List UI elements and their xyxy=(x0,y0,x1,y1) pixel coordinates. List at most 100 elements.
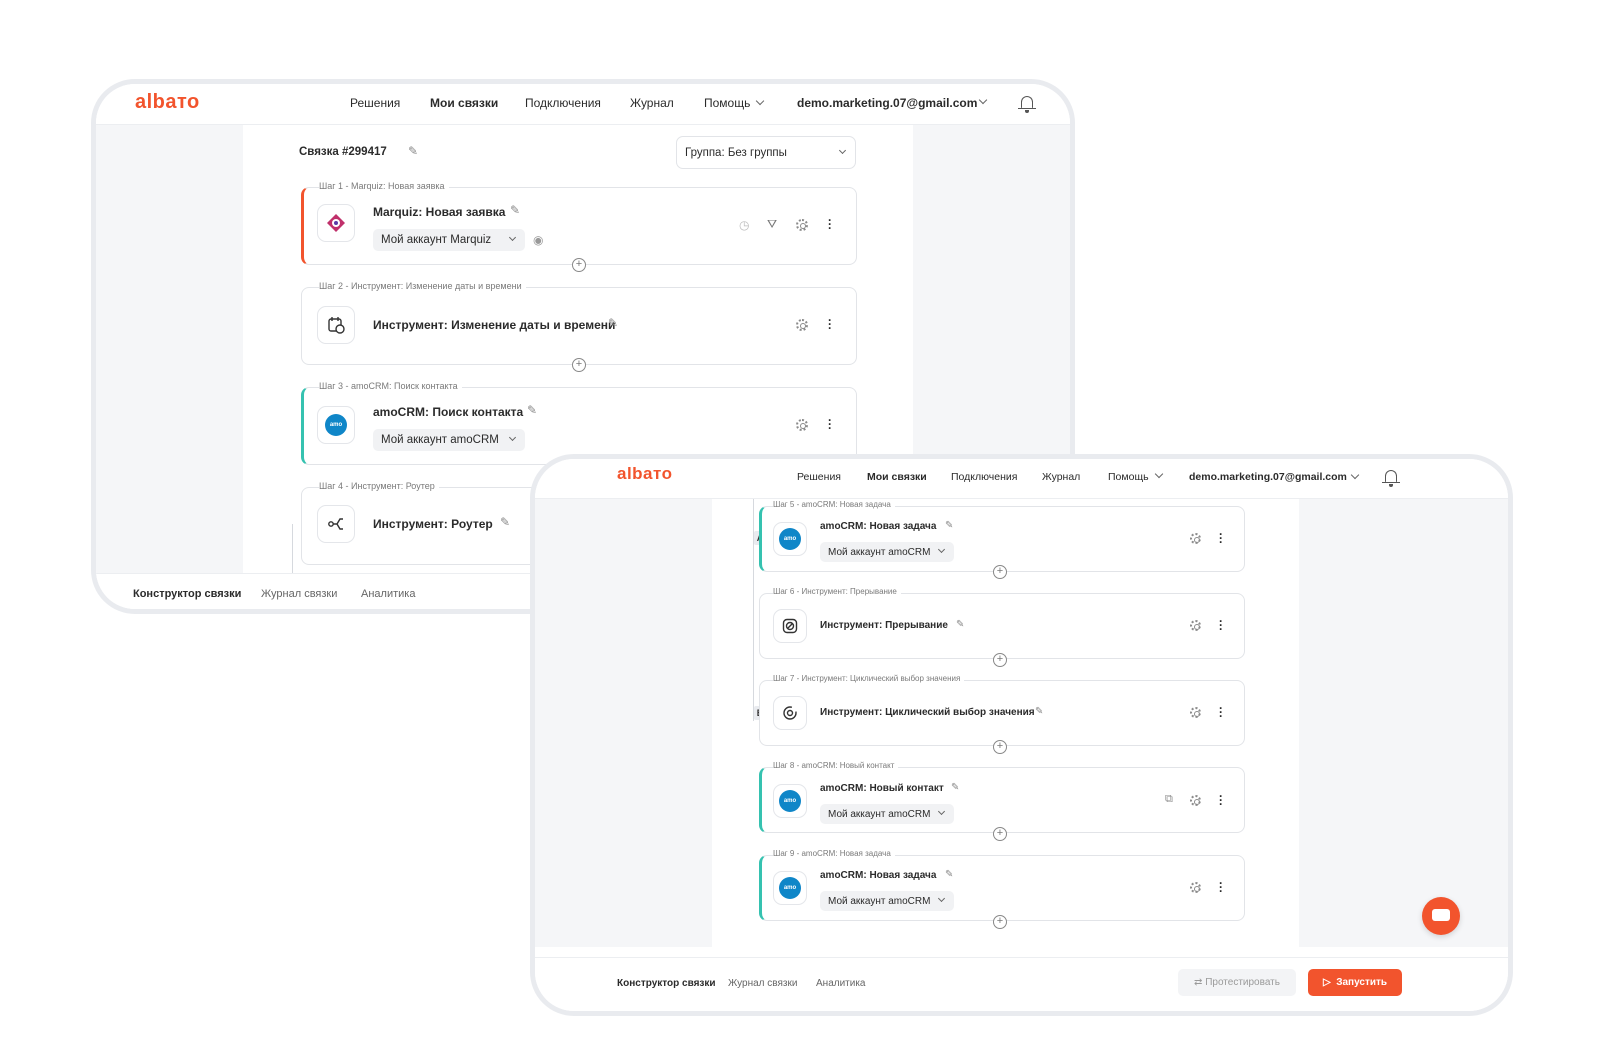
more-menu-icon[interactable]: · · · xyxy=(828,314,832,334)
more-menu-icon[interactable]: · · · xyxy=(828,214,832,234)
account-select-3-value: Мой аккаунт amoCRM xyxy=(381,434,499,446)
tab-analytics[interactable]: Аналитика xyxy=(816,978,866,989)
add-step-icon[interactable]: + xyxy=(572,258,586,272)
add-step-icon[interactable]: + xyxy=(993,653,1007,667)
tab-constructor[interactable]: Конструктор связки xyxy=(617,978,716,989)
pencil-icon[interactable]: ✎ xyxy=(608,316,618,330)
pencil-icon[interactable]: ✎ xyxy=(527,403,537,417)
copy-icon[interactable]: ⧉ xyxy=(1165,793,1173,806)
run-button-label: Запустить xyxy=(1336,977,1388,988)
step-label-5: Шаг 5 - amoCRM: Новая задача xyxy=(773,500,895,509)
nav-my-bundles[interactable]: Мои связки xyxy=(867,471,927,483)
pencil-icon[interactable]: ✎ xyxy=(500,515,510,529)
chevron-down-icon xyxy=(508,233,517,242)
step-title-8: amoCRM: Новый контакт xyxy=(820,783,944,794)
nav-journal[interactable]: Журнал xyxy=(1042,471,1080,483)
router-icon xyxy=(317,505,355,543)
albato-logo[interactable]: albaто xyxy=(135,91,200,114)
right-gutter xyxy=(1299,499,1508,947)
account-select-1-value: Мой аккаунт Marquiz xyxy=(381,234,492,246)
amocrm-app-icon: amo xyxy=(773,522,807,556)
gear-icon[interactable] xyxy=(1190,620,1201,631)
account-select-9[interactable]: Мой аккаунт amoCRM xyxy=(820,891,954,911)
chevron-down-icon xyxy=(937,545,946,554)
pencil-icon[interactable]: ✎ xyxy=(1035,706,1043,717)
add-step-icon[interactable]: + xyxy=(993,565,1007,579)
amocrm-logo: amo xyxy=(779,790,801,812)
more-menu-icon[interactable]: · · · xyxy=(828,414,832,434)
account-select-5[interactable]: Мой аккаунт amoCRM xyxy=(820,542,954,562)
chevron-down-icon[interactable] xyxy=(978,95,988,105)
add-step-icon[interactable]: + xyxy=(993,827,1007,841)
bell-icon[interactable] xyxy=(1382,470,1400,487)
tab-analytics[interactable]: Аналитика xyxy=(361,588,415,600)
gear-icon[interactable] xyxy=(1190,707,1201,718)
nav-solutions[interactable]: Решения xyxy=(797,471,841,483)
gear-icon[interactable] xyxy=(1190,533,1201,544)
nav-connections[interactable]: Подключения xyxy=(951,471,1017,483)
nav-journal[interactable]: Журнал xyxy=(630,96,674,110)
account-email[interactable]: demo.marketing.07@gmail.com xyxy=(797,96,977,110)
test-button[interactable]: ⇄ Протестировать xyxy=(1178,969,1296,996)
chevron-down-icon[interactable] xyxy=(1350,470,1360,480)
nav-help[interactable]: Помощь xyxy=(1108,469,1163,483)
more-menu-icon[interactable]: · · · xyxy=(1219,702,1223,722)
nav-my-bundles[interactable]: Мои связки xyxy=(430,96,498,110)
account-select-8-value: Мой аккаунт amoCRM xyxy=(828,808,931,820)
nav-help[interactable]: Помощь xyxy=(704,96,765,110)
pencil-icon[interactable]: ✎ xyxy=(945,869,953,880)
step-title-2: Инструмент: Изменение даты и времени xyxy=(373,318,616,332)
nav-help-label: Помощь xyxy=(704,96,751,110)
nav-connections[interactable]: Подключения xyxy=(525,96,601,110)
chevron-down-icon xyxy=(1154,469,1163,479)
more-menu-icon[interactable]: · · · xyxy=(1219,528,1223,548)
add-step-icon[interactable]: + xyxy=(993,915,1007,929)
account-select-5-value: Мой аккаунт amoCRM xyxy=(828,546,931,558)
account-select-3[interactable]: Мой аккаунт amoCRM xyxy=(373,429,525,451)
more-menu-icon[interactable]: · · · xyxy=(1219,790,1223,810)
account-email[interactable]: demo.marketing.07@gmail.com xyxy=(1189,471,1347,483)
pencil-icon[interactable]: ✎ xyxy=(945,520,953,531)
filter-icon[interactable]: ⛛ xyxy=(767,217,777,232)
step-title-5: amoCRM: Новая задача xyxy=(820,521,937,532)
chevron-down-icon xyxy=(508,433,517,442)
chat-widget-icon[interactable] xyxy=(1422,897,1460,935)
add-step-icon[interactable]: + xyxy=(572,358,586,372)
chevron-down-icon xyxy=(937,894,946,903)
tab-bundle-journal[interactable]: Журнал связки xyxy=(728,978,797,989)
account-select-1[interactable]: Мой аккаунт Marquiz xyxy=(373,229,525,251)
gear-icon[interactable] xyxy=(796,419,808,431)
step-card-5[interactable] xyxy=(759,506,1245,572)
marquiz-app-icon xyxy=(317,204,355,242)
more-menu-icon[interactable]: · · · xyxy=(1219,615,1223,635)
chevron-down-icon xyxy=(937,807,946,816)
account-select-8[interactable]: Мой аккаунт amoCRM xyxy=(820,804,954,824)
amocrm-app-icon: amo xyxy=(773,784,807,818)
add-step-icon[interactable]: + xyxy=(993,740,1007,754)
cycle-icon xyxy=(773,696,807,730)
step-label-8: Шаг 8 - amoCRM: Новый контакт xyxy=(773,761,899,770)
pencil-icon[interactable]: ✎ xyxy=(408,144,418,158)
account-select-9-value: Мой аккаунт amoCRM xyxy=(828,895,931,907)
eye-icon[interactable]: ◉ xyxy=(533,233,543,247)
pencil-icon[interactable]: ✎ xyxy=(956,619,964,630)
clock-icon[interactable]: ◷ xyxy=(739,218,749,232)
step-label-2: Шаг 2 - Инструмент: Изменение даты и вре… xyxy=(319,281,526,291)
group-select[interactable]: Группа: Без группы xyxy=(676,136,856,169)
albato-logo[interactable]: albaто xyxy=(617,464,673,484)
step-card-9[interactable] xyxy=(759,855,1245,921)
nav-solutions[interactable]: Решения xyxy=(350,96,400,110)
step-title-3: amoCRM: Поиск контакта xyxy=(373,405,524,419)
tab-constructor[interactable]: Конструктор связки xyxy=(133,588,241,600)
pencil-icon[interactable]: ✎ xyxy=(510,203,520,217)
gear-icon[interactable] xyxy=(796,319,808,331)
tab-bundle-journal[interactable]: Журнал связки xyxy=(261,588,337,600)
gear-icon[interactable] xyxy=(796,219,808,231)
pencil-icon[interactable]: ✎ xyxy=(951,782,959,793)
more-menu-icon[interactable]: · · · xyxy=(1219,877,1223,897)
bell-icon[interactable] xyxy=(1018,96,1036,113)
gear-icon[interactable] xyxy=(1190,795,1201,806)
run-button[interactable]: ▷ Запустить xyxy=(1308,969,1402,996)
gear-icon[interactable] xyxy=(1190,882,1201,893)
step-label-7: Шаг 7 - Инструмент: Циклический выбор зн… xyxy=(773,674,965,683)
